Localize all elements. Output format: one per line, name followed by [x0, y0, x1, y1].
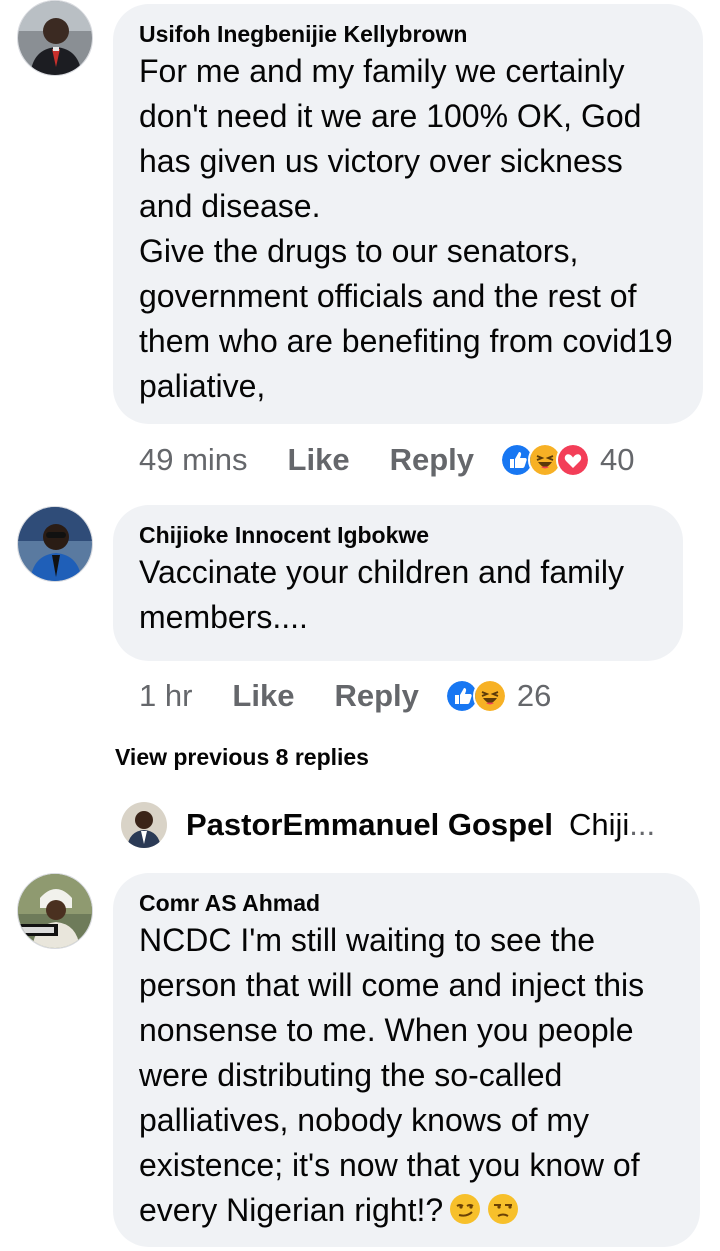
view-previous-replies-link[interactable]: View previous 8 replies	[115, 744, 369, 771]
like-button[interactable]: Like	[232, 678, 294, 714]
comment-bubble: Chijioke Innocent Igbokwe Vaccinate your…	[113, 505, 683, 661]
reply-preview[interactable]: PastorEmmanuel Gospel Chiji...	[121, 800, 701, 850]
reply-button[interactable]: Reply	[390, 442, 474, 478]
reply-preview-ellipsis: ...	[629, 807, 656, 842]
like-button[interactable]: Like	[288, 442, 350, 478]
comment-author[interactable]: Usifoh Inegbenijie Kellybrown	[139, 19, 675, 49]
reply-button[interactable]: Reply	[334, 678, 418, 714]
comment-paragraph: NCDC I'm still waiting to see the person…	[139, 918, 672, 1233]
comment-paragraph: For me and my family we certainly don't …	[139, 53, 642, 224]
comment-paragraph: Vaccinate your children and family membe…	[139, 554, 624, 635]
reply-preview-author[interactable]: PastorEmmanuel Gospel	[186, 807, 553, 843]
haha-reaction-icon	[472, 679, 507, 713]
comment-text: For me and my family we certainly don't …	[139, 49, 675, 409]
comment-actions: 49 mins Like Reply 40	[139, 440, 634, 480]
comment-author[interactable]: Chijioke Innocent Igbokwe	[139, 520, 655, 550]
reaction-summary[interactable]: 26	[444, 678, 552, 714]
comment-actions: 1 hr Like Reply 26	[139, 676, 551, 716]
comment-bubble: Comr AS Ahmad NCDC I'm still waiting to …	[113, 873, 700, 1247]
avatar-comr-as-ahmad[interactable]	[17, 873, 93, 949]
comment-bubble: Usifoh Inegbenijie Kellybrown For me and…	[113, 4, 703, 424]
comment-paragraph-text: NCDC I'm still waiting to see the person…	[139, 922, 645, 1228]
comment-author[interactable]: Comr AS Ahmad	[139, 888, 672, 918]
love-reaction-icon	[556, 443, 590, 477]
avatar-chijioke[interactable]	[17, 506, 93, 582]
reply-preview-snippet: Chiji	[568, 807, 630, 842]
comment-paragraph: Give the drugs to our senators, governme…	[139, 233, 673, 404]
reaction-count: 26	[516, 678, 552, 713]
comment-timestamp[interactable]: 49 mins	[139, 442, 248, 478]
avatar-pastor-emmanuel[interactable]	[121, 802, 167, 848]
avatar-usifoh[interactable]	[17, 0, 93, 76]
reaction-count: 40	[600, 442, 635, 477]
comment-text: Vaccinate your children and family membe…	[139, 550, 655, 640]
reaction-summary[interactable]: 40	[500, 442, 634, 478]
smirk-emoji-icon	[450, 1194, 481, 1224]
comment-text: NCDC I'm still waiting to see the person…	[139, 918, 672, 1233]
comment-timestamp[interactable]: 1 hr	[139, 678, 192, 714]
unamused-emoji-icon	[488, 1194, 519, 1224]
